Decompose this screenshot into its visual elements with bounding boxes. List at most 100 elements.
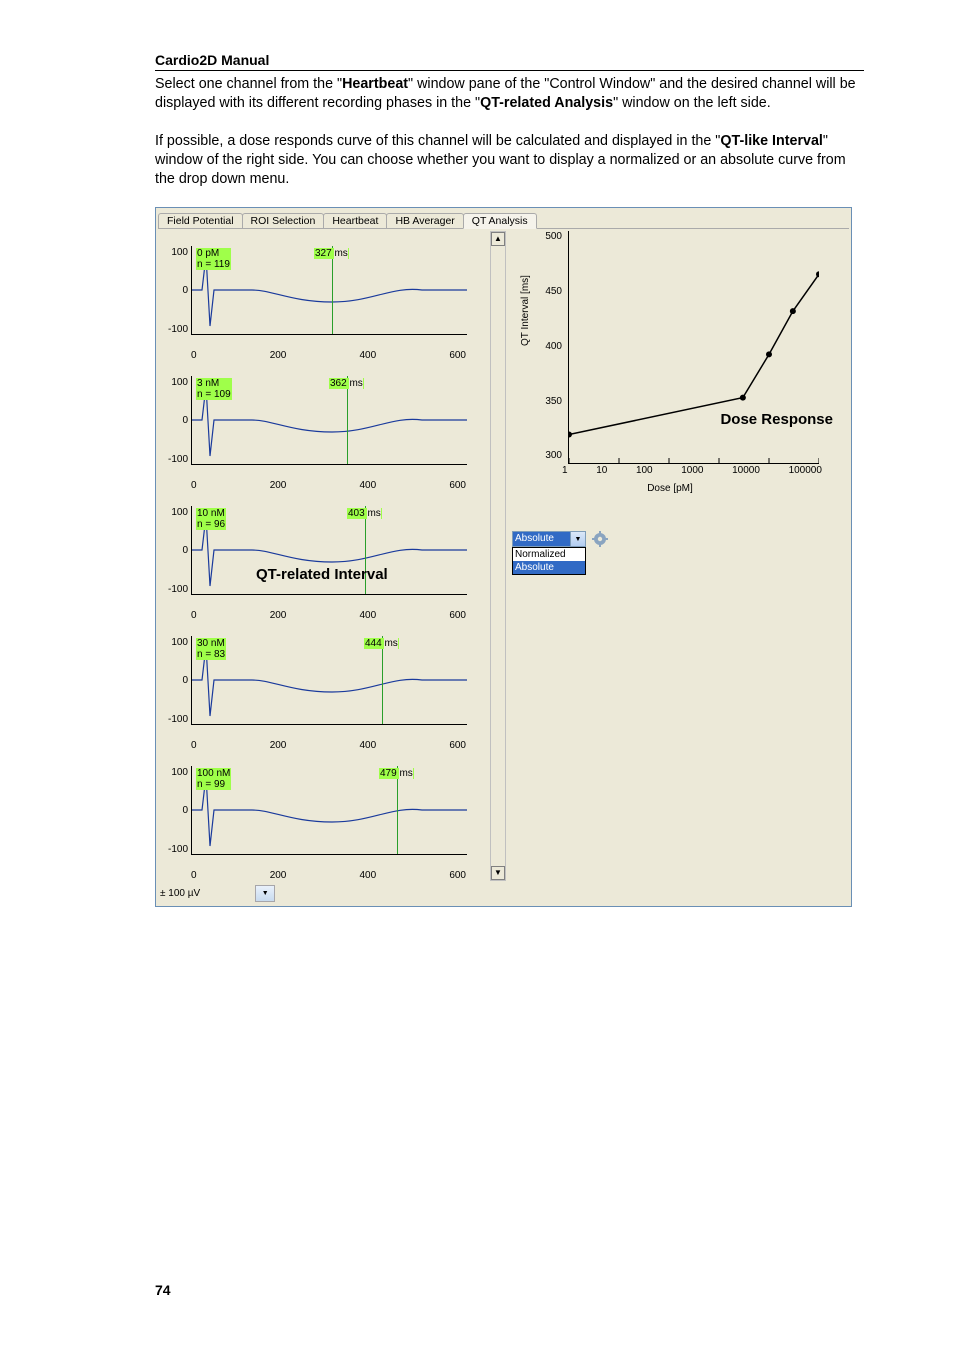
trace-panel: 1000-1003 nMn = 109362 ms0200400600	[158, 361, 488, 491]
trace-plot: 0 pMn = 119 327 ms	[191, 246, 467, 335]
combo-selected: Absolute	[513, 532, 570, 546]
qt-ms-badge: 444 ms	[364, 638, 399, 649]
scroll-down-button[interactable]: ▼	[491, 866, 505, 880]
tab-qt-analysis[interactable]: QT Analysis	[463, 213, 537, 229]
xtick: 400	[360, 610, 377, 621]
ytick: 450	[545, 286, 562, 297]
qt-ms-badge: 403 ms	[347, 508, 382, 519]
para2-t1: If possible, a dose responds curve of th…	[155, 133, 720, 149]
tab-field-potential[interactable]: Field Potential	[158, 213, 243, 228]
trace-panel: 100 0 -100100 nMn = 99479 ms0 200 400 600	[158, 751, 488, 881]
paragraph-1: Select one channel from the "Heartbeat " …	[155, 75, 864, 114]
ytick: 0	[182, 545, 188, 556]
xtick: 0	[191, 480, 197, 491]
curve-type-combo[interactable]: Absolute ▼	[512, 531, 586, 547]
trace-plot: 10 nMn = 96 403 ms QT-related Interval	[191, 506, 467, 595]
scroll-up-button[interactable]: ▲	[491, 232, 505, 246]
xtick: 10000	[732, 465, 760, 476]
tab-heartbeat[interactable]: Heartbeat	[323, 213, 387, 228]
ytick: 300	[545, 450, 562, 461]
xtick: 600	[449, 480, 466, 491]
dose-chart-xticks: 1 10 100 1000 10000 100000	[562, 465, 822, 476]
xtick: 600	[449, 740, 466, 751]
xtick: 200	[270, 480, 287, 491]
dose-chart-xlabel: Dose [pM]	[520, 483, 820, 494]
page-number: 74	[155, 1282, 171, 1298]
xtick: 200	[270, 740, 287, 751]
trace-yaxis: 100 0 -100	[158, 377, 188, 465]
xtick: 200	[270, 610, 287, 621]
xtick: 600	[449, 610, 466, 621]
ytick: 350	[545, 396, 562, 407]
scrollbar-vertical[interactable]: ▲ ▼	[490, 231, 506, 881]
trace-xaxis: 0 200 400 600	[191, 610, 466, 621]
qt-related-panel: 1000-1000 pMn = 119327 ms02004006001000-…	[158, 231, 506, 881]
dose-response-chart: QT Interval [ms] 500 450 400 350 300	[520, 231, 820, 493]
xtick: 200	[270, 870, 287, 881]
tab-bar: Field Potential ROI Selection Heartbeat …	[158, 210, 849, 229]
ytick: 0	[182, 415, 188, 426]
yunit-label: ± 100 µV	[160, 888, 200, 899]
xtick: 400	[360, 740, 377, 751]
dose-badge: 30 nMn = 83	[196, 638, 226, 660]
yunit-dropdown[interactable]: ▼	[255, 885, 275, 902]
xtick: 1000	[681, 465, 703, 476]
qt-marker-line	[347, 376, 348, 464]
para1-qtrel: QT-related Analysis	[480, 95, 613, 111]
xtick: 400	[360, 870, 377, 881]
xtick: 0	[191, 740, 197, 751]
chevron-down-icon[interactable]: ▼	[570, 532, 585, 546]
paragraph-2: If possible, a dose responds curve of th…	[155, 132, 864, 190]
curve-type-dropdown[interactable]: Normalized Absolute	[512, 547, 586, 575]
page-header: Cardio2D Manual	[155, 52, 864, 71]
tab-hb-averager[interactable]: HB Averager	[386, 213, 463, 228]
ytick: -100	[168, 454, 188, 465]
trace-plot: 3 nMn = 109362 ms	[191, 376, 467, 465]
dose-badge: 0 pMn = 119	[196, 248, 231, 270]
trace-panel: 1000-1000 pMn = 119327 ms0200400600	[158, 231, 488, 361]
xtick: 100	[636, 465, 653, 476]
ytick: 0	[182, 675, 188, 686]
trace-yaxis: 100 0 -100	[158, 767, 188, 855]
qt-related-interval-label: QT-related Interval	[252, 564, 392, 585]
ytick: 100	[171, 637, 188, 648]
para1-heartbeat: Heartbeat	[342, 76, 408, 92]
xtick: 10	[596, 465, 607, 476]
xtick: 400	[360, 350, 377, 361]
para1-t3: " window on the left side.	[613, 95, 771, 111]
ytick: 0	[182, 805, 188, 816]
trace-panel: 100 0 -100 30 nMn = 83 444 ms 0 200 400 600	[158, 621, 488, 751]
qt-marker-line	[397, 766, 398, 854]
dose-chart-plotarea: Dose Response	[568, 231, 819, 464]
ytick: -100	[168, 844, 188, 855]
qt-ms-badge: 327 ms	[314, 248, 349, 259]
qt-marker-line	[332, 246, 333, 334]
unit-bar: ± 100 µV ▼	[158, 885, 849, 902]
dose-badge: 100 nMn = 99	[196, 768, 231, 790]
dose-response-title: Dose Response	[716, 409, 837, 430]
para1-t1: Select one channel from the "	[155, 76, 342, 92]
xtick: 0	[191, 610, 197, 621]
xtick: 600	[449, 870, 466, 881]
ytick: 400	[545, 341, 562, 352]
trace-plot: 100 nMn = 99479 ms	[191, 766, 467, 855]
tab-roi-selection[interactable]: ROI Selection	[242, 213, 325, 228]
gear-icon[interactable]	[592, 531, 608, 550]
dose-badge: 3 nMn = 109	[196, 378, 232, 400]
combo-option-absolute[interactable]: Absolute	[513, 561, 585, 574]
para2-qtlike: QT-like Interval	[720, 133, 823, 149]
trace-yaxis: 1000-100	[158, 247, 188, 335]
ytick: 100	[171, 767, 188, 778]
curve-type-controls: Absolute ▼ Normalized Absolute	[512, 531, 842, 575]
xtick: 100000	[789, 465, 822, 476]
trace-xaxis: 0200400600	[191, 480, 466, 491]
ytick: -100	[168, 714, 188, 725]
dose-badge: 10 nMn = 96	[196, 508, 226, 530]
ytick: -100	[168, 584, 188, 595]
trace-xaxis: 0200400600	[191, 870, 466, 881]
trace-xaxis: 0 200 400 600	[191, 740, 466, 751]
ytick: -100	[168, 324, 188, 335]
ytick: 100	[171, 377, 188, 388]
combo-option-normalized[interactable]: Normalized	[513, 548, 585, 561]
ytick: 100	[171, 247, 188, 258]
